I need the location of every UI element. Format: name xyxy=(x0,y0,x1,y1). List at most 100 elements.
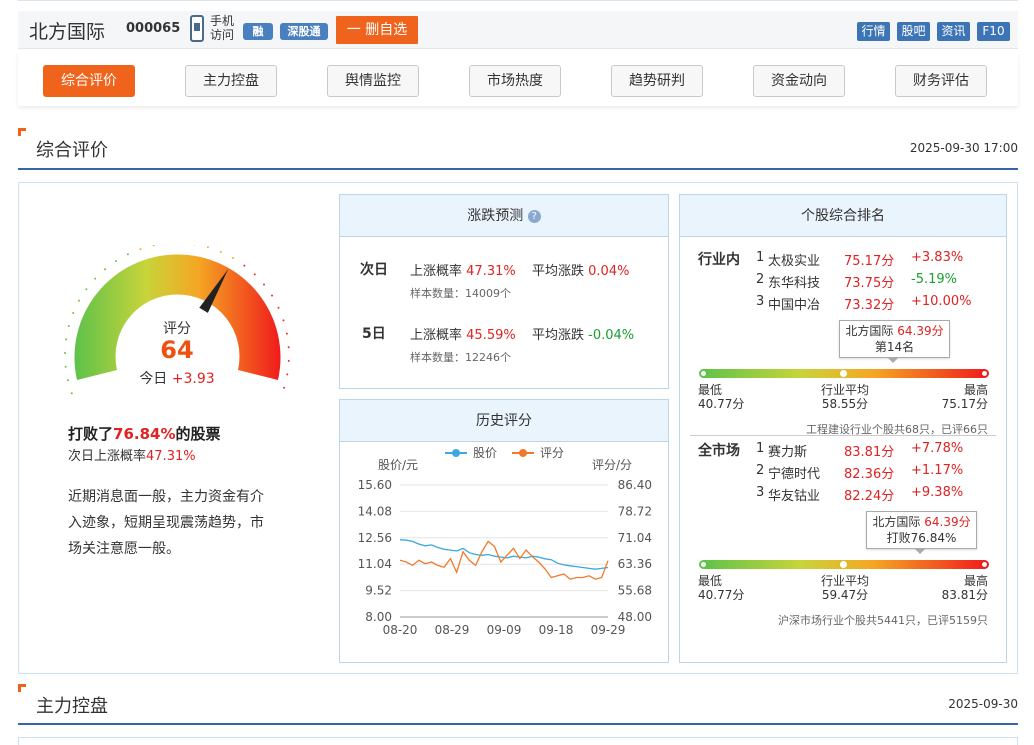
y-right-tick: 48.00 xyxy=(618,610,652,624)
bar-min-dot xyxy=(699,369,708,378)
gauge-dot xyxy=(127,253,129,255)
gauge-label: 评分 xyxy=(150,318,204,338)
rank-row[interactable]: 2东华科技73.75分-5.19% xyxy=(756,272,996,292)
gauge-dot xyxy=(85,288,87,290)
section2-underline xyxy=(18,723,1018,725)
gauge-dot xyxy=(263,284,265,286)
forecast-sample-1: 样本数量：14009个 xyxy=(410,285,511,301)
tab-overall-rating[interactable]: 综合评价 xyxy=(43,65,135,97)
gauge-dot xyxy=(232,257,234,259)
forecast-sample-2: 样本数量：12246个 xyxy=(410,349,511,365)
gauge-dot xyxy=(286,373,288,375)
bar-avg-dot xyxy=(840,370,847,377)
tab-fund-flow[interactable]: 资金动向 xyxy=(753,65,845,97)
rank-stock-name[interactable]: 太极实业 xyxy=(768,250,820,269)
forecast-title: 涨跌预测 xyxy=(467,208,523,224)
sample-value: 12246个 xyxy=(465,351,511,364)
rank-row[interactable]: 1赛力斯83.81分+7.78% xyxy=(756,441,996,461)
rank-stock-name[interactable]: 赛力斯 xyxy=(768,441,807,460)
avg-value: 59.47分 xyxy=(812,588,878,602)
rank-stock-name[interactable]: 宁德时代 xyxy=(768,463,820,482)
tab-financial[interactable]: 财务评估 xyxy=(895,65,987,97)
tooltip-arrow xyxy=(887,357,899,363)
avg-value: -0.04% xyxy=(588,328,634,343)
rank-row[interactable]: 3中国中冶73.32分+10.00% xyxy=(756,294,996,314)
gauge-dot xyxy=(140,248,142,250)
low-value: 40.77分 xyxy=(698,588,744,602)
avg-value: 58.55分 xyxy=(812,397,878,411)
tab-market-heat[interactable]: 市场热度 xyxy=(469,65,561,97)
bar-max-dot xyxy=(980,369,989,378)
margin-badge: 融 xyxy=(243,23,273,40)
question-icon[interactable]: ? xyxy=(528,210,541,223)
section-title-main-control: 主力控盘 xyxy=(36,692,108,718)
sample-label: 样本数量： xyxy=(410,351,465,364)
stock-name: 北方国际 xyxy=(29,17,105,44)
gauge-dot xyxy=(78,300,80,302)
rank-stock-name[interactable]: 东华科技 xyxy=(768,272,820,291)
avg-label: 行业平均 xyxy=(812,383,878,397)
tab-main-control[interactable]: 主力控盘 xyxy=(185,65,277,97)
gauge-dot xyxy=(68,325,70,327)
gauge-dot xyxy=(72,312,74,314)
price-series-line xyxy=(400,540,608,570)
bar-avg-dot xyxy=(840,561,847,568)
high-label: 最高 xyxy=(930,383,988,397)
remove-favorite-button[interactable]: 一 删自选 xyxy=(336,16,418,44)
forum-link[interactable]: 股吧 xyxy=(897,22,930,41)
gauge-dot xyxy=(104,268,106,270)
low-label: 最低 xyxy=(698,383,744,397)
rank-number: 1 xyxy=(756,441,764,456)
industry-label: 行业内 xyxy=(698,249,740,269)
forecast-up-2: 上涨概率 45.59% xyxy=(410,324,516,343)
forecast-period-1: 次日 xyxy=(360,259,388,279)
chart-grid xyxy=(400,485,608,617)
up-label: 上涨概率 xyxy=(410,328,462,343)
tab-sentiment[interactable]: 舆情监控 xyxy=(327,65,419,97)
ranking-box: 个股综合排名 行业内 1太极实业75.17分+3.83%2东华科技73.75分-… xyxy=(679,194,1007,663)
gauge-dot xyxy=(288,346,290,348)
next-up-label: 次日上涨概率 xyxy=(68,449,146,464)
top-divider xyxy=(18,0,1018,1)
market-avg: 行业平均59.47分 xyxy=(812,574,878,602)
rank-change: +3.83% xyxy=(911,250,963,265)
rank-score: 82.24分 xyxy=(844,485,894,504)
analysis-tabs: 综合评价 主力控盘 舆情监控 市场热度 趋势研判 资金动向 财务评估 xyxy=(18,52,1018,106)
left-axis-unit: 股价/元 xyxy=(378,458,418,472)
rank-row[interactable]: 2宁德时代82.36分+1.17% xyxy=(756,463,996,483)
mobile-phone-icon[interactable] xyxy=(190,15,204,42)
up-label: 上涨概率 xyxy=(410,264,462,279)
rank-change: +7.78% xyxy=(911,441,963,456)
next-up-text: 次日上涨概率47.31% xyxy=(68,445,196,464)
quote-link[interactable]: 行情 xyxy=(857,22,890,41)
news-link[interactable]: 资讯 xyxy=(937,22,970,41)
beat-suffix: 的股票 xyxy=(176,425,221,443)
gauge-dot xyxy=(288,360,290,362)
y-left-tick: 8.00 xyxy=(365,610,392,624)
rank-stock-name[interactable]: 华友钴业 xyxy=(768,485,820,504)
gauge-dot xyxy=(254,273,256,275)
rank-row[interactable]: 1太极实业75.17分+3.83% xyxy=(756,250,996,270)
mobile-access-link[interactable]: 手机 访问 xyxy=(210,14,240,42)
gauge-dot xyxy=(243,265,245,267)
avg-label: 平均涨跌 xyxy=(532,264,584,279)
market-label: 全市场 xyxy=(698,440,740,460)
tip-name: 北方国际 xyxy=(845,324,893,338)
rank-score: 73.32分 xyxy=(844,294,894,313)
legend-price-label: 股价 xyxy=(473,446,497,460)
rank-row[interactable]: 3华友钴业82.24分+9.38% xyxy=(756,485,996,505)
industry-low: 最低40.77分 xyxy=(698,383,744,411)
tab-trend[interactable]: 趋势研判 xyxy=(611,65,703,97)
gauge-dot xyxy=(115,260,117,262)
sample-label: 样本数量： xyxy=(410,287,465,300)
rank-stock-name[interactable]: 中国中冶 xyxy=(768,294,820,313)
ranking-header: 个股综合排名 xyxy=(680,195,1006,237)
x-tick: 09-29 xyxy=(591,623,626,637)
industry-score-bar xyxy=(700,369,988,378)
y-left-tick: 9.52 xyxy=(365,584,392,598)
rank-number: 1 xyxy=(756,250,764,265)
gauge-dot xyxy=(67,379,69,381)
forecast-box: 涨跌预测 ? 次日 上涨概率 47.31% 平均涨跌 0.04% 样本数量：14… xyxy=(339,194,669,389)
f10-link[interactable]: F10 xyxy=(977,22,1010,41)
avg-label: 平均涨跌 xyxy=(532,328,584,343)
